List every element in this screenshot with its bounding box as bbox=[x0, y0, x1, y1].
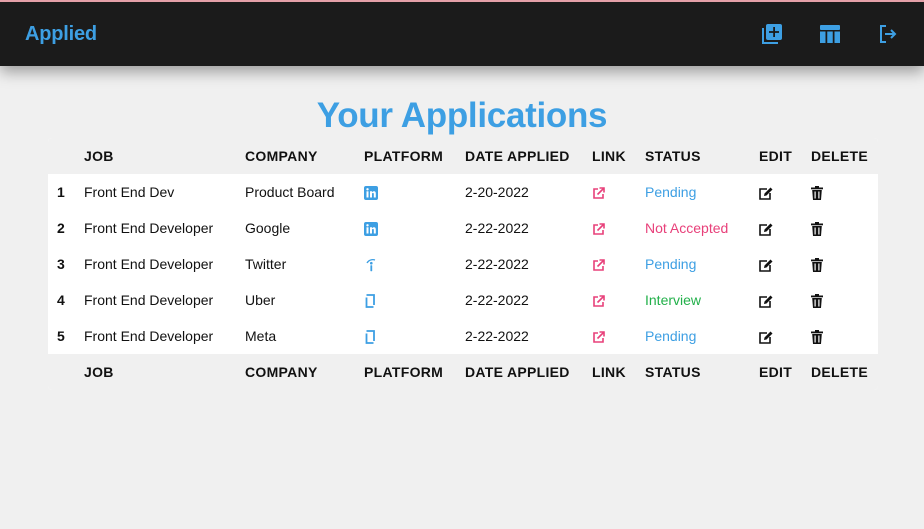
date-applied: 2-22-2022 bbox=[465, 292, 529, 308]
glassdoor-icon bbox=[364, 330, 376, 345]
status-text: Pending bbox=[645, 184, 697, 200]
header-company: COMPANY bbox=[245, 148, 318, 164]
footer-company: COMPANY bbox=[245, 364, 318, 380]
job-title: Front End Developer bbox=[84, 220, 214, 236]
header-delete: DELETE bbox=[811, 148, 869, 164]
add-application-icon[interactable] bbox=[760, 22, 784, 46]
table-row: 3 Front End Developer Twitter 2-22-2022 … bbox=[48, 246, 878, 282]
company-name: Twitter bbox=[245, 256, 287, 272]
indeed-icon bbox=[364, 258, 378, 272]
company-name: Google bbox=[245, 220, 291, 236]
edit-icon[interactable] bbox=[759, 331, 773, 344]
trash-icon[interactable] bbox=[811, 222, 823, 237]
company-name: Product Board bbox=[245, 184, 335, 200]
status-text: Pending bbox=[645, 256, 697, 272]
applications-table: JOB COMPANY PLATFORM DATE APPLIED LINK S… bbox=[48, 138, 878, 390]
header-date-applied: DATE APPLIED bbox=[465, 148, 570, 164]
header-job: JOB bbox=[84, 148, 114, 164]
table-row: 4 Front End Developer Uber 2-22-2022 Int… bbox=[48, 282, 878, 318]
external-link-icon[interactable] bbox=[592, 258, 605, 272]
header-status: STATUS bbox=[645, 148, 701, 164]
header-link: LINK bbox=[592, 148, 626, 164]
header-edit: EDIT bbox=[759, 148, 793, 164]
external-link-icon[interactable] bbox=[592, 294, 605, 308]
external-link-icon[interactable] bbox=[592, 186, 605, 200]
row-number: 1 bbox=[57, 184, 65, 200]
job-title: Front End Developer bbox=[84, 292, 214, 308]
edit-icon[interactable] bbox=[759, 187, 773, 200]
edit-icon[interactable] bbox=[759, 295, 773, 308]
trash-icon[interactable] bbox=[811, 186, 823, 201]
top-navbar: Applied bbox=[0, 0, 924, 66]
external-link-icon[interactable] bbox=[592, 222, 605, 236]
date-applied: 2-20-2022 bbox=[465, 184, 529, 200]
status-text: Pending bbox=[645, 328, 697, 344]
table-row: 1 Front End Dev Product Board 2-20-2022 … bbox=[48, 174, 878, 210]
footer-job: JOB bbox=[84, 364, 114, 380]
footer-index bbox=[48, 354, 84, 390]
row-number: 5 bbox=[57, 328, 65, 344]
row-number: 2 bbox=[57, 220, 65, 236]
table-header: JOB COMPANY PLATFORM DATE APPLIED LINK S… bbox=[48, 138, 878, 174]
status-text: Not Accepted bbox=[645, 220, 729, 236]
table-view-icon[interactable] bbox=[818, 22, 842, 46]
row-number: 3 bbox=[57, 256, 65, 272]
trash-icon[interactable] bbox=[811, 294, 823, 309]
footer-date-applied: DATE APPLIED bbox=[465, 364, 570, 380]
date-applied: 2-22-2022 bbox=[465, 256, 529, 272]
job-title: Front End Developer bbox=[84, 256, 214, 272]
page-title: Your Applications bbox=[316, 96, 608, 135]
table-footer: JOB COMPANY PLATFORM DATE APPLIED LINK S… bbox=[48, 354, 878, 390]
footer-link: LINK bbox=[592, 364, 626, 380]
status-text: Interview bbox=[645, 292, 702, 308]
company-name: Meta bbox=[245, 328, 277, 344]
trash-icon[interactable] bbox=[811, 330, 823, 345]
linkedin-icon bbox=[364, 222, 378, 237]
table-row: 2 Front End Developer Google 2-22-2022 N… bbox=[48, 210, 878, 246]
row-number: 4 bbox=[57, 292, 65, 308]
edit-icon[interactable] bbox=[759, 223, 773, 236]
footer-edit: EDIT bbox=[759, 364, 793, 380]
table-row: 5 Front End Developer Meta 2-22-2022 Pen… bbox=[48, 318, 878, 354]
linkedin-icon bbox=[364, 186, 378, 201]
date-applied: 2-22-2022 bbox=[465, 220, 529, 236]
job-title: Front End Developer bbox=[84, 328, 214, 344]
glassdoor-icon bbox=[364, 294, 376, 309]
edit-icon[interactable] bbox=[759, 259, 773, 272]
navbar-actions bbox=[760, 22, 900, 46]
header-index bbox=[48, 138, 84, 174]
footer-delete: DELETE bbox=[811, 364, 869, 380]
header-platform: PLATFORM bbox=[364, 148, 444, 164]
date-applied: 2-22-2022 bbox=[465, 328, 529, 344]
external-link-icon[interactable] bbox=[592, 330, 605, 344]
company-name: Uber bbox=[245, 292, 276, 308]
footer-status: STATUS bbox=[645, 364, 701, 380]
brand-logo[interactable]: Applied bbox=[25, 23, 97, 46]
logout-icon[interactable] bbox=[876, 22, 900, 46]
footer-platform: PLATFORM bbox=[364, 364, 444, 380]
job-title: Front End Dev bbox=[84, 184, 175, 200]
trash-icon[interactable] bbox=[811, 258, 823, 273]
